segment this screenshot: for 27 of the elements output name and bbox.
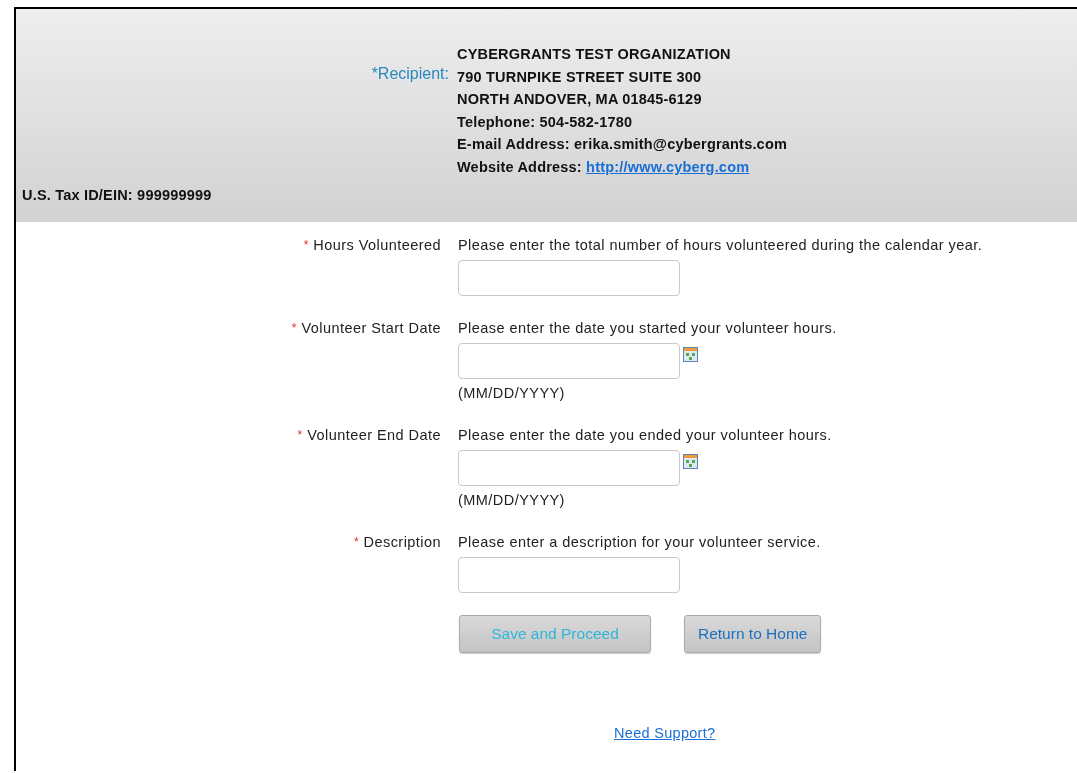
address-line: Telephone: 504-582-1780 [457, 112, 633, 132]
field-instruction: Please enter the total number of hours volunteered during the calendar year. [458, 236, 983, 255]
field-instruction: Please enter the date you started your volunteer hours. [458, 319, 837, 338]
field-label: * Volunteer Start Date [291, 319, 441, 338]
field-label: * Volunteer End Date [297, 426, 441, 445]
text-field[interactable] [458, 260, 680, 296]
address-line: CYBERGRANTS TEST ORGANIZATION [457, 45, 731, 64]
support-link[interactable]: Need Support? [614, 725, 716, 741]
format-hint: (MM/DD/YYYY) [458, 491, 565, 510]
date-field[interactable] [458, 450, 680, 486]
text-field[interactable] [458, 557, 680, 593]
home-button[interactable]: Return to Home [684, 615, 822, 653]
recipient-label: *Recipient: [371, 64, 449, 84]
address-line: NORTH ANDOVER, MA 01845-6129 [457, 90, 702, 110]
field-instruction: Please enter the date you ended your volunteer hours. [458, 426, 832, 445]
field-label: * Hours Volunteered [303, 236, 441, 255]
website-line: Website Address: http://www.cyberg.com [457, 157, 750, 177]
field-label: * Description [353, 533, 441, 552]
tax-id: U.S. Tax ID/EIN: 999999999 [22, 186, 212, 203]
address-line: 790 TURNPIKE STREET SUITE 300 [457, 67, 702, 87]
address-line: E-mail Address: erika.smith@cybergrants.com [457, 135, 788, 155]
format-hint: (MM/DD/YYYY) [458, 384, 565, 403]
field-instruction: Please enter a description for your volunteer service. [458, 533, 821, 552]
calendar-icon[interactable] [683, 454, 698, 469]
calendar-icon[interactable] [683, 347, 698, 362]
website-link[interactable]: http://www.cyberg.com [586, 158, 750, 175]
date-field[interactable] [458, 343, 680, 379]
